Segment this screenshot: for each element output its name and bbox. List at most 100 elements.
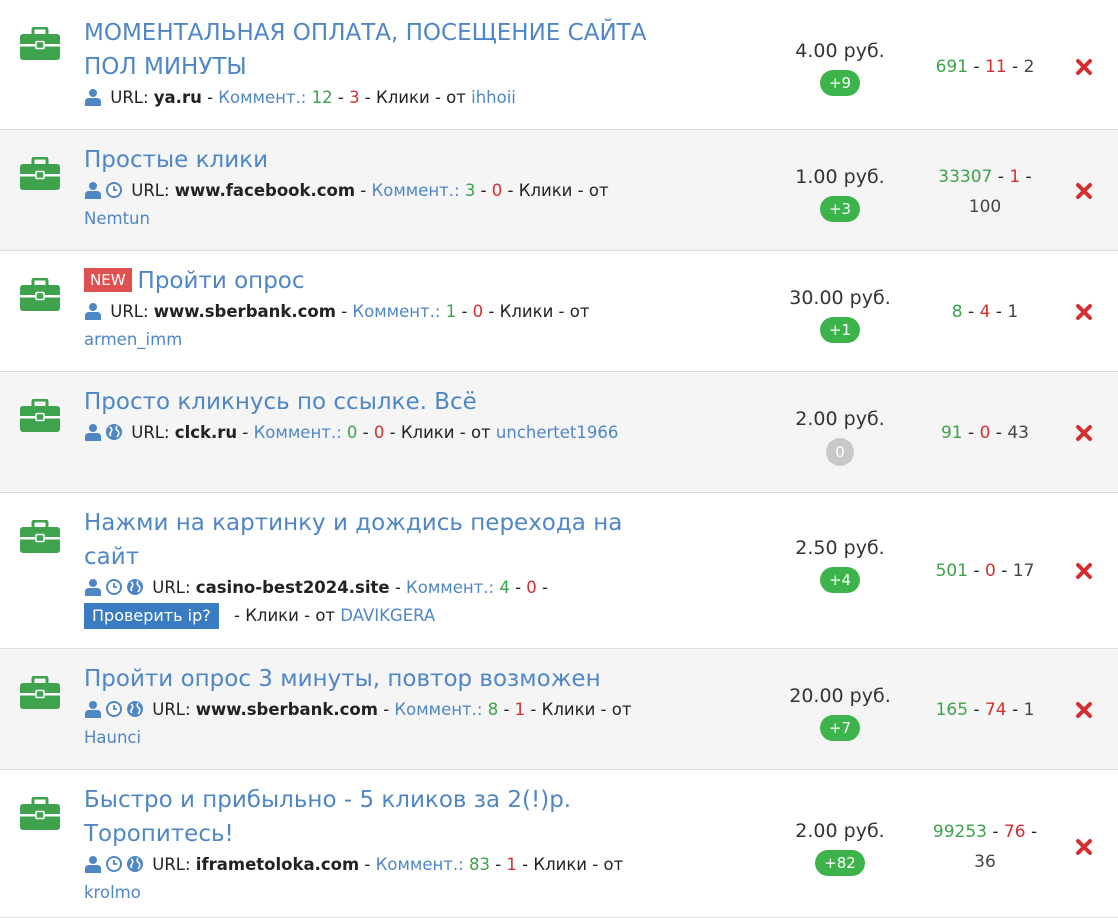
task-stats: 691 - 11 - 2 (935, 57, 1035, 77)
url-label: URL: (110, 302, 149, 321)
close-icon[interactable] (1074, 561, 1094, 581)
clicks-label: Клики (376, 88, 430, 107)
author-link[interactable]: krolmo (84, 883, 141, 902)
stat-red: 1 (1009, 167, 1021, 187)
from-label: от (603, 855, 624, 874)
globe-icon (127, 856, 143, 872)
close-icon[interactable] (1074, 57, 1094, 77)
close-icon[interactable] (1074, 700, 1094, 720)
close-icon[interactable] (1074, 423, 1094, 443)
task-meta: URL: www.facebook.com - Коммент.: 3 - 0 … (84, 181, 609, 228)
url-label: URL: (131, 181, 170, 200)
task-title[interactable]: Просто кликнусь по ссылке. Всё (84, 385, 654, 419)
comments-link[interactable]: Коммент.: (218, 88, 306, 107)
comments-negative: 1 (514, 700, 526, 719)
stat-green: 8 (951, 302, 963, 322)
comments-negative: 1 (506, 855, 517, 874)
clicks-label: Клики (541, 700, 596, 719)
task-price: 30.00 руб. (789, 287, 891, 309)
url-label: URL: (131, 423, 170, 442)
from-label: от (446, 88, 466, 107)
briefcase-icon (20, 157, 60, 190)
task-url[interactable]: www.sberbank.com (196, 700, 378, 719)
author-link[interactable]: armen_imm (84, 330, 182, 349)
task-url[interactable]: casino-best2024.site (196, 578, 390, 597)
task-url[interactable]: www.facebook.com (175, 181, 355, 200)
rating-badge[interactable]: +1 (819, 317, 861, 343)
task-info: Просто кликнусь по ссылке. Всё URL: clck… (84, 385, 654, 447)
comments-positive: 8 (487, 700, 499, 719)
stat-red: 4 (979, 302, 991, 322)
price-column: 2.00 руб. 0 (785, 406, 895, 466)
task-info: Простые клики URL: www.facebook.com - Ко… (84, 143, 654, 233)
task-url[interactable]: iframetoloka.com (196, 855, 359, 874)
stat-dark: 36 (974, 852, 996, 872)
task-meta: URL: ya.ru - Коммент.: 12 - 3 - Клики - … (84, 84, 654, 112)
author-link[interactable]: Nemtun (84, 209, 150, 228)
price-column: 30.00 руб. +1 (785, 285, 895, 343)
briefcase-icon (20, 278, 60, 311)
comments-negative: 0 (526, 578, 537, 597)
close-icon[interactable] (1074, 181, 1094, 201)
author-link[interactable]: unchertet1966 (496, 423, 618, 442)
rating-badge[interactable]: +9 (819, 70, 861, 96)
comments-link[interactable]: Коммент.: (254, 423, 342, 442)
task-title[interactable]: МОМЕНТАЛЬНАЯ ОПЛАТА, ПОСЕЩЕНИЕ САЙТА ПОЛ… (84, 16, 654, 84)
task-title[interactable]: Нажми на картинку и дождись перехода на … (84, 506, 654, 574)
task-url[interactable]: www.sberbank.com (154, 302, 336, 321)
task-title[interactable]: Быстро и прибыльно - 5 кликов за 2(!)р. … (84, 783, 654, 851)
stat-green: 165 (935, 700, 969, 720)
stat-dark: 2 (1023, 57, 1035, 77)
task-title[interactable]: Пройти опрос (138, 268, 305, 294)
task-stats: 91 - 0 - 43 (940, 423, 1029, 443)
stat-dark: 100 (968, 197, 1002, 217)
author-link[interactable]: ihhoii (471, 88, 516, 107)
url-label: URL: (110, 88, 149, 107)
task-stats: 165 - 74 - 1 (935, 700, 1035, 720)
check-ip-button[interactable]: Проверить ip? (84, 603, 219, 629)
task-price: 20.00 руб. (789, 685, 891, 707)
briefcase-icon (20, 676, 60, 709)
close-icon[interactable] (1074, 302, 1094, 322)
price-column: 2.00 руб. +82 (785, 818, 895, 876)
rating-badge[interactable]: 0 (826, 438, 854, 466)
comments-link[interactable]: Коммент.: (376, 855, 464, 874)
from-label: от (470, 423, 491, 442)
comments-positive: 1 (445, 302, 457, 321)
author-link[interactable]: Haunci (84, 728, 141, 747)
task-row: МОМЕНТАЛЬНАЯ ОПЛАТА, ПОСЕЩЕНИЕ САЙТА ПОЛ… (0, 0, 1118, 130)
task-info: Быстро и прибыльно - 5 кликов за 2(!)р. … (84, 783, 654, 907)
rating-badge[interactable]: +7 (819, 715, 861, 741)
rating-badge[interactable]: +4 (819, 567, 861, 593)
from-label: от (569, 302, 590, 321)
comments-link[interactable]: Коммент.: (394, 700, 482, 719)
task-url[interactable]: ya.ru (154, 88, 202, 107)
price-column: 1.00 руб. +3 (785, 164, 895, 222)
comments-link[interactable]: Коммент.: (406, 578, 494, 597)
task-info: Нажми на картинку и дождись перехода на … (84, 506, 654, 630)
task-info: Пройти опрос 3 минуты, повтор возможен U… (84, 662, 654, 752)
clicks-label: Клики (533, 855, 588, 874)
stat-red: 0 (979, 423, 991, 443)
task-title[interactable]: Простые клики (84, 143, 654, 177)
task-url[interactable]: clck.ru (175, 423, 237, 442)
rating-badge[interactable]: +3 (819, 196, 861, 222)
stat-red: 76 (1003, 822, 1026, 842)
task-title[interactable]: Пройти опрос 3 минуты, повтор возможен (84, 662, 654, 696)
briefcase-icon (20, 399, 60, 432)
comments-link[interactable]: Коммент.: (352, 302, 440, 321)
clicks-label: Клики (400, 423, 455, 442)
close-icon[interactable] (1074, 837, 1094, 857)
user-icon (85, 424, 101, 441)
stat-dark: 17 (1012, 561, 1035, 581)
comments-negative: 0 (373, 423, 385, 442)
new-badge: NEW (84, 268, 132, 292)
clicks-label: Клики (499, 302, 554, 321)
comments-negative: 3 (349, 88, 360, 107)
comments-positive: 12 (311, 88, 333, 107)
task-title-line: NEW Пройти опрос (84, 264, 654, 298)
comments-link[interactable]: Коммент.: (372, 181, 460, 200)
stat-dark: 1 (1007, 302, 1019, 322)
rating-badge[interactable]: +82 (815, 850, 865, 876)
author-link[interactable]: DAVIKGERA (340, 606, 435, 625)
